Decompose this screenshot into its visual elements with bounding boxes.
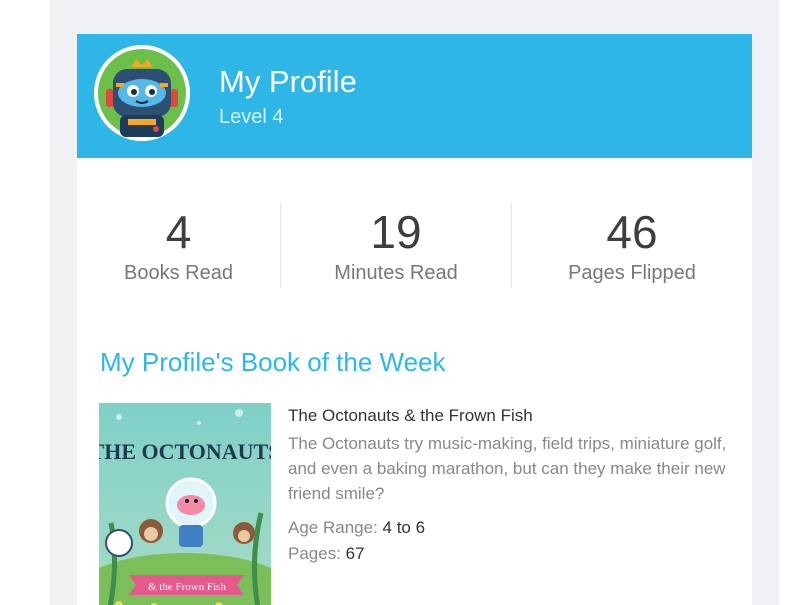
book-of-week-heading: My Profile's Book of the Week xyxy=(100,347,446,377)
book-pages: Pages: 67 xyxy=(288,544,365,564)
stats-row: 4 Books Read 19 Minutes Read 46 Pages Fl… xyxy=(77,202,752,288)
book-description: The Octonauts try music-making, field tr… xyxy=(288,434,727,503)
stat-pages-flipped: 46 Pages Flipped xyxy=(512,202,752,288)
profile-level: Level 4 xyxy=(219,106,284,128)
stat-value: 46 xyxy=(606,206,658,258)
stat-label: Books Read xyxy=(124,262,233,284)
book-cover[interactable]: THE OCTONAUTS & the Frown Fish xyxy=(99,403,271,605)
stat-label: Pages Flipped xyxy=(568,262,696,284)
cover-subtitle-text: & the Frown Fish xyxy=(148,581,226,593)
pages-label: Pages: xyxy=(288,544,341,563)
stat-minutes-read: 19 Minutes Read xyxy=(281,202,511,288)
book-title[interactable]: The Octonauts & the Frown Fish xyxy=(288,406,533,426)
stat-value: 19 xyxy=(370,206,422,258)
stat-books-read: 4 Books Read xyxy=(77,202,280,288)
age-range-label: Age Range: xyxy=(288,518,378,537)
cover-series-text: THE OCTONAUTS xyxy=(99,439,271,464)
robot-avatar-icon xyxy=(94,45,190,141)
book-cover-art: THE OCTONAUTS & the Frown Fish xyxy=(99,403,271,605)
pages-value: 67 xyxy=(345,544,365,563)
avatar[interactable] xyxy=(94,45,190,141)
stat-label: Minutes Read xyxy=(334,262,458,284)
stat-value: 4 xyxy=(165,206,192,258)
book-age-range: Age Range: 4 to 6 xyxy=(288,518,425,538)
profile-card: My Profile Level 4 4 Books Read 19 Minut… xyxy=(77,34,752,605)
profile-name: My Profile xyxy=(219,64,357,99)
age-range-value: 4 to 6 xyxy=(382,518,426,537)
profile-header: My Profile Level 4 xyxy=(77,34,752,158)
